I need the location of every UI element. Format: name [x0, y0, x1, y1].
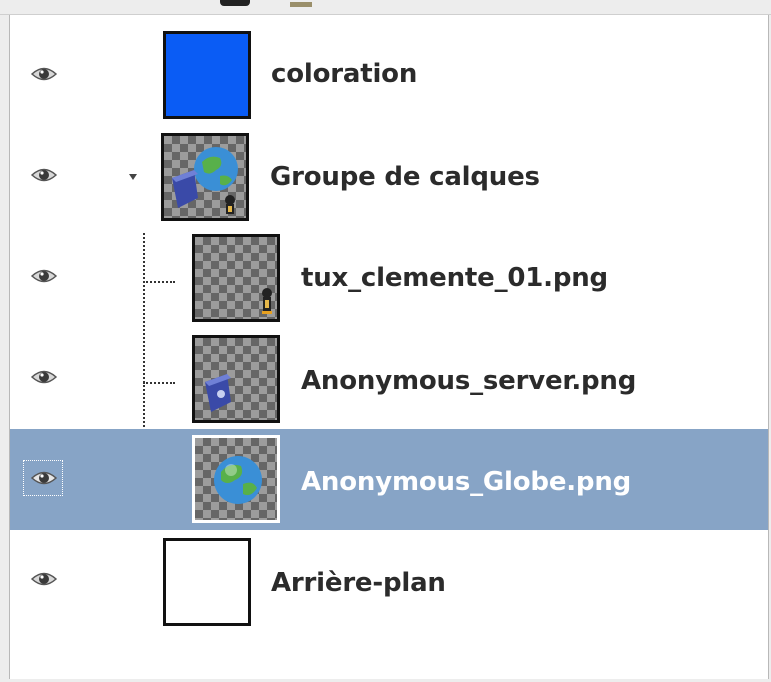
layer-thumbnail[interactable]: [163, 538, 251, 626]
layer-thumbnail[interactable]: [161, 133, 249, 221]
layer-name[interactable]: tux_clemente_01.png: [301, 263, 608, 293]
layer-thumbnail[interactable]: [192, 435, 280, 523]
layer-row[interactable]: Groupe de calques: [10, 126, 768, 227]
layer-name[interactable]: Arrière-plan: [271, 568, 446, 598]
layer-row-selected[interactable]: Anonymous_Globe.png: [10, 429, 768, 530]
eye-icon[interactable]: [30, 65, 58, 83]
toolbar-fragment: [290, 2, 312, 7]
toolbar-fragment: [220, 0, 250, 6]
eye-icon[interactable]: [30, 267, 58, 285]
layers-panel: coloration Groupe de calques tux_clement…: [9, 15, 769, 679]
layer-thumbnail[interactable]: [192, 234, 280, 322]
triangle-down-icon[interactable]: [127, 168, 139, 180]
layer-name[interactable]: coloration: [271, 59, 417, 89]
layer-name[interactable]: Anonymous_server.png: [301, 366, 636, 396]
layer-name[interactable]: Anonymous_Globe.png: [301, 467, 631, 497]
toolbar-strip: [0, 0, 771, 15]
layer-row[interactable]: coloration: [10, 25, 768, 126]
layer-thumbnail[interactable]: [192, 335, 280, 423]
eye-icon[interactable]: [30, 368, 58, 386]
eye-icon[interactable]: [30, 166, 58, 184]
eye-icon[interactable]: [30, 570, 58, 588]
layer-row[interactable]: Arrière-plan: [10, 530, 768, 631]
layer-name[interactable]: Groupe de calques: [270, 162, 540, 192]
layer-row[interactable]: Anonymous_server.png: [10, 328, 768, 429]
layer-row[interactable]: tux_clemente_01.png: [10, 227, 768, 328]
eye-icon[interactable]: [22, 459, 64, 497]
layer-thumbnail[interactable]: [163, 31, 251, 119]
